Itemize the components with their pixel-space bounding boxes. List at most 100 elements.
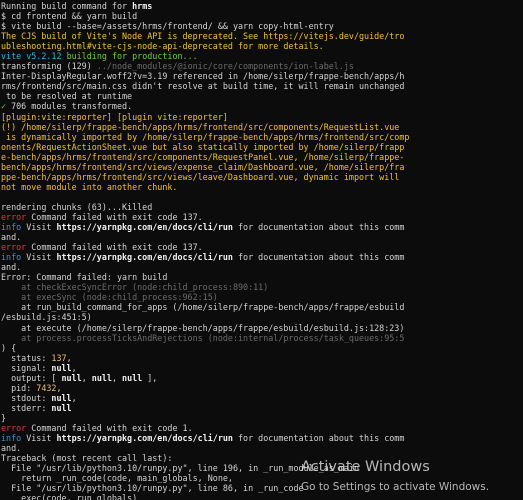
terminal-text-segment: 137 [51, 352, 67, 363]
terminal-window[interactable]: Running build command for hrms $ cd front… [0, 0, 523, 500]
terminal-line: info Visit https://yarnpkg.com/en/docs/c… [1, 252, 523, 262]
terminal-line: to be resolved at runtime [1, 91, 523, 101]
terminal-text-segment: is dynamically imported by /home/silerp/… [1, 131, 410, 142]
terminal-line: $ vite build --base=/assets/hrms/fronten… [1, 21, 523, 31]
terminal-text-segment: signal: [1, 362, 52, 373]
terminal-line: error Command failed with exit code 137. [1, 242, 523, 252]
terminal-text-segment: to be resolved at runtime [1, 91, 133, 102]
terminal-text-segment: ) { [1, 342, 17, 353]
terminal-line: stderr: null [1, 403, 523, 413]
terminal-text-segment: Error: Command failed: yarn build [1, 272, 168, 283]
terminal-text-segment: https://yarnpkg.com/en/docs/cli/run [56, 222, 233, 233]
terminal-text-segment: } [1, 412, 7, 423]
terminal-text-segment: https://yarnpkg.com/en/docs/cli/run [56, 252, 233, 263]
terminal-text-segment: e-bench/apps/hrms/frontend/src/component… [1, 151, 405, 162]
terminal-text-segment: info [1, 252, 22, 263]
terminal-text-segment: and. [1, 443, 22, 454]
terminal-text-segment: for documentation about this comm [232, 222, 405, 233]
terminal-line: and. [1, 443, 523, 453]
terminal-text-segment: at run_build_command_for_apps (/home/sil… [1, 302, 405, 313]
terminal-text-segment: vite v5.2.12 [1, 51, 67, 62]
terminal-output: Running build command for hrms $ cd front… [1, 1, 523, 500]
terminal-text-segment: Command failed with exit code 137. [26, 242, 203, 253]
terminal-line: rendering chunks (63)...Killed [1, 202, 523, 212]
terminal-text-segment: Running build command for [1, 1, 133, 11]
terminal-text-segment: 7432 [36, 382, 57, 393]
terminal-text-segment: null [91, 372, 112, 383]
terminal-text-segment: Command failed with exit code 137. [26, 211, 203, 222]
terminal-text-segment: error [1, 422, 27, 433]
terminal-line: and. [1, 262, 523, 272]
terminal-text-segment: null [51, 362, 72, 373]
terminal-line: ubleshooting.html#vite-cjs-node-api-depr… [1, 41, 523, 51]
terminal-text-segment: , [71, 392, 77, 403]
terminal-text-segment: bench/apps/hrms/frontend/src/views/expen… [1, 161, 405, 172]
terminal-text-segment: hrms [132, 1, 153, 11]
terminal-text-segment: https://yarnpkg.com/en/docs/cli/run [56, 433, 233, 444]
terminal-line: $ cd frontend && yarn build [1, 11, 523, 21]
terminal-line: info Visit https://yarnpkg.com/en/docs/c… [1, 222, 523, 232]
terminal-text-segment: null [61, 372, 82, 383]
terminal-text-segment: File "/usr/lib/python3.10/runpy.py", lin… [1, 463, 359, 474]
terminal-text-segment: building for production... [66, 51, 198, 62]
terminal-text-segment: (!) /home/silerp/frappe-bench/apps/hrms/… [1, 121, 400, 132]
terminal-line: Error: Command failed: yarn build [1, 272, 523, 282]
terminal-text-segment: Traceback (most recent call last): [1, 453, 173, 464]
terminal-line: at run_build_command_for_apps (/home/sil… [1, 302, 523, 312]
terminal-line: bench/apps/hrms/frontend/src/views/expen… [1, 162, 523, 172]
terminal-text-segment: Command failed with exit code 1. [26, 422, 193, 433]
terminal-text-segment: stdout: [1, 392, 52, 403]
terminal-line: ) { [1, 343, 523, 353]
terminal-line: is dynamically imported by /home/silerp/… [1, 132, 523, 142]
terminal-text-segment: at checkExecSyncError (node:child_proces… [1, 282, 269, 293]
terminal-text-segment: null [51, 392, 72, 403]
terminal-text-segment: null [122, 372, 143, 383]
terminal-text-segment: for documentation about this comm [232, 433, 405, 444]
terminal-text-segment: ], [142, 372, 158, 383]
terminal-text-segment: return _run_code(code, main_globals, Non… [1, 473, 233, 484]
terminal-line: The CJS build of Vite's Node API is depr… [1, 31, 523, 41]
terminal-line: signal: null, [1, 363, 523, 373]
terminal-text-segment: transforming (129) [1, 61, 97, 72]
terminal-text-segment: info [1, 433, 22, 444]
terminal-text-segment: [plugin:vite:reporter] [plugin vite:repo… [1, 111, 228, 122]
terminal-text-segment: File "/usr/lib/python3.10/runpy.py", lin… [1, 483, 304, 494]
terminal-line: exec(code, run_globals) [1, 493, 523, 500]
terminal-line: and. [1, 232, 523, 242]
terminal-text-segment: null [51, 402, 72, 413]
terminal-line: File "/usr/lib/python3.10/runpy.py", lin… [1, 463, 523, 473]
terminal-text-segment: ✓ [1, 101, 12, 112]
terminal-text-segment: , [56, 382, 62, 393]
terminal-text-segment: ppe-bench/apps/hrms/frontend/src/views/l… [1, 171, 405, 182]
terminal-text-segment: and. [1, 232, 22, 243]
terminal-line: status: 137, [1, 353, 523, 363]
terminal-text-segment: $ cd frontend && yarn build [1, 11, 138, 22]
terminal-line: Traceback (most recent call last): [1, 453, 523, 463]
terminal-text-segment: at execute (/home/silerp/frappe-bench/ap… [1, 322, 405, 333]
terminal-line: rms/frontend/src/main.css didn't resolve… [1, 81, 523, 91]
terminal-line: at execute (/home/silerp/frappe-bench/ap… [1, 323, 523, 333]
terminal-line: e-bench/apps/hrms/frontend/src/component… [1, 152, 523, 162]
terminal-line: ✓ 706 modules transformed. [1, 101, 523, 111]
terminal-text-segment: , [71, 362, 77, 373]
terminal-text-segment: , [81, 372, 92, 383]
terminal-line: vite v5.2.12 building for production... [1, 51, 523, 61]
terminal-line: at checkExecSyncError (node:child_proces… [1, 282, 523, 292]
terminal-text-segment: error [1, 242, 27, 253]
terminal-line: Running build command for hrms [1, 1, 523, 11]
terminal-line: /esbuild.js:451:5) [1, 312, 523, 322]
terminal-line: error Command failed with exit code 1. [1, 423, 523, 433]
terminal-text-segment: rms/frontend/src/main.css didn't resolve… [1, 81, 405, 92]
terminal-line: error Command failed with exit code 137. [1, 212, 523, 222]
terminal-text-segment: , [66, 352, 72, 363]
terminal-text-segment: The CJS build of Vite's Node API is depr… [1, 31, 405, 42]
terminal-line: info Visit https://yarnpkg.com/en/docs/c… [1, 433, 523, 443]
terminal-text-segment: Visit [21, 433, 57, 444]
terminal-text-segment: not move module into another chunk. [1, 181, 178, 192]
terminal-text-segment: ../node_modules/@ionic/core/components/i… [96, 61, 354, 72]
terminal-line: return _run_code(code, main_globals, Non… [1, 473, 523, 483]
terminal-text-segment: info [1, 222, 22, 233]
terminal-line: onents/RequestActionSheet.vue but also s… [1, 142, 523, 152]
terminal-text-segment: and. [1, 262, 22, 273]
